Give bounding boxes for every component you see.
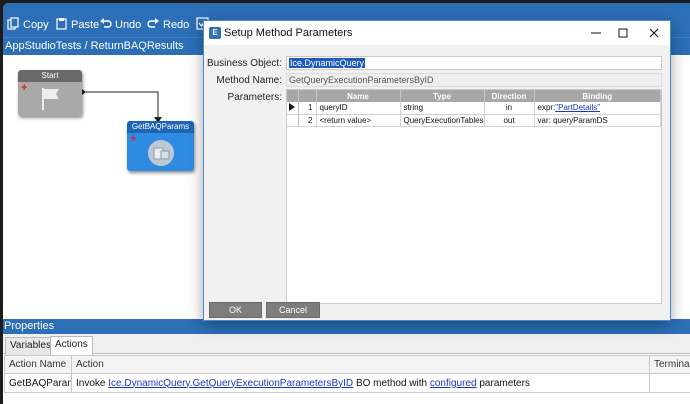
flag-icon xyxy=(42,88,59,110)
undo-icon xyxy=(99,17,112,33)
param-name: queryID xyxy=(316,102,401,115)
copy-label: Copy xyxy=(23,19,49,31)
number-header xyxy=(298,90,317,102)
redo-icon xyxy=(147,17,160,33)
binding-prefix: expr: xyxy=(537,103,556,113)
dialog-titlebar[interactable]: E Setup Method Parameters xyxy=(204,21,670,45)
current-row-arrow-icon xyxy=(289,102,296,111)
binding-prefix: var: xyxy=(537,115,551,125)
cancel-button[interactable]: Cancel xyxy=(266,302,320,318)
row-number: 1 xyxy=(298,102,317,115)
parameters-header-row: Name Type Direction Binding xyxy=(287,90,661,102)
column-header-direction[interactable]: Direction xyxy=(484,90,535,102)
minimize-icon xyxy=(591,32,601,34)
properties-header: Properties xyxy=(3,319,690,334)
binding-link[interactable]: "PartDetails" xyxy=(555,103,600,112)
paste-button[interactable]: Paste xyxy=(55,17,99,33)
tab-actions[interactable]: Actions xyxy=(50,336,93,355)
row-selector[interactable] xyxy=(287,102,299,115)
getbaqparams-node-title: GetBAQParams xyxy=(127,121,194,133)
actions-header-row: Action Name Action Termina xyxy=(4,355,690,374)
plus-icon: + xyxy=(130,133,137,145)
actions-table: Action Name Action Termina GetBAQParams … xyxy=(4,355,690,393)
parameters-grid-empty-area xyxy=(287,126,661,303)
close-button[interactable] xyxy=(645,24,663,42)
param-direction: in xyxy=(484,102,535,115)
column-header-name[interactable]: Name xyxy=(316,90,401,102)
parameters-text: parameters xyxy=(479,377,530,389)
row-selector-header xyxy=(287,90,299,102)
param-direction: out xyxy=(484,114,535,127)
start-node[interactable]: Start + xyxy=(18,70,82,116)
column-header-action-name[interactable]: Action Name xyxy=(4,355,72,374)
paste-label: Paste xyxy=(71,19,100,31)
undo-label: Undo xyxy=(115,19,142,31)
parameters-table: Name Type Direction Binding 1 queryID st… xyxy=(287,90,661,127)
setup-method-parameters-dialog: E Setup Method Parameters Business Objec… xyxy=(203,20,671,321)
redo-button[interactable]: Redo xyxy=(147,17,189,33)
action-name-cell: GetBAQParams xyxy=(4,373,72,393)
bo-method-text: BO method with xyxy=(355,377,428,389)
business-object-value: Ice.DynamicQuery xyxy=(289,58,366,68)
method-icon xyxy=(148,140,174,166)
app-icon: E xyxy=(209,27,221,39)
start-node-title: Start xyxy=(18,70,82,82)
row-selector[interactable] xyxy=(287,114,299,127)
parameters-grid[interactable]: Name Type Direction Binding 1 queryID st… xyxy=(286,89,662,304)
row-number: 2 xyxy=(298,114,317,127)
copy-button[interactable]: Copy xyxy=(7,17,49,33)
param-type: string xyxy=(400,102,485,115)
method-name-field[interactable]: GetQueryExecutionParametersByID xyxy=(286,73,662,87)
maximize-button[interactable] xyxy=(614,24,632,42)
param-type: QueryExecutionTableset xyxy=(400,114,485,127)
column-header-type[interactable]: Type xyxy=(400,90,485,102)
business-object-label: Business Object: xyxy=(206,58,282,69)
close-icon xyxy=(649,28,659,38)
redo-label: Redo xyxy=(163,19,190,31)
method-name-label: Method Name: xyxy=(216,75,282,86)
copy-icon xyxy=(7,17,20,33)
maximize-icon xyxy=(618,28,628,38)
terminal-cell xyxy=(649,373,690,393)
tab-variables[interactable]: Variables xyxy=(5,337,56,355)
column-header-binding[interactable]: Binding xyxy=(534,90,661,102)
param-binding[interactable]: var: queryParamDS xyxy=(534,114,661,127)
breadcrumb: AppStudioTests / ReturnBAQResults xyxy=(5,40,184,52)
ok-button[interactable]: OK xyxy=(209,302,262,318)
column-header-action[interactable]: Action xyxy=(71,355,650,374)
table-row[interactable]: 1 queryID string in expr:"PartDetails" xyxy=(287,102,661,115)
table-row[interactable]: GetBAQParams Invoke Ice.DynamicQuery.Get… xyxy=(4,373,690,393)
configured-link[interactable]: configured xyxy=(430,378,477,389)
method-link[interactable]: Ice.DynamicQuery.GetQueryExecutionParame… xyxy=(108,378,353,389)
column-header-terminal[interactable]: Termina xyxy=(649,355,690,374)
param-name: <return value> xyxy=(316,114,401,127)
paste-icon xyxy=(55,17,68,33)
getbaqparams-node[interactable]: GetBAQParams + xyxy=(127,121,194,171)
action-cell: Invoke Ice.DynamicQuery.GetQueryExecutio… xyxy=(71,373,650,393)
minimize-button[interactable] xyxy=(587,24,605,42)
param-binding[interactable]: expr:"PartDetails" xyxy=(534,102,661,115)
dialog-title: Setup Method Parameters xyxy=(224,27,353,39)
invoke-text: Invoke xyxy=(76,377,106,389)
properties-tabs: Variables Actions xyxy=(3,334,690,355)
undo-button[interactable]: Undo xyxy=(99,17,141,33)
business-object-field[interactable]: Ice.DynamicQuery xyxy=(286,56,662,70)
table-row[interactable]: 2 <return value> QueryExecutionTableset … xyxy=(287,114,661,127)
parameters-label: Parameters: xyxy=(227,92,282,103)
plus-icon: + xyxy=(21,82,28,94)
binding-value: queryParamDS xyxy=(553,115,608,125)
